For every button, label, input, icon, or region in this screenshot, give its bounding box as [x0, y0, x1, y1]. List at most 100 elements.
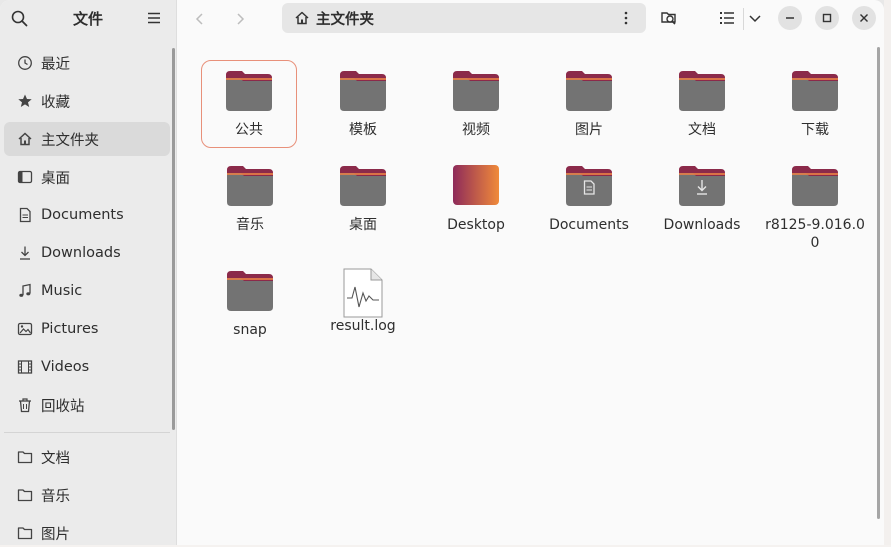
- sidebar-item[interactable]: 图片: [4, 516, 170, 545]
- folder-item[interactable]: Documents: [539, 155, 639, 234]
- sidebar-item[interactable]: 最近: [4, 46, 170, 80]
- folder-icon: [678, 67, 726, 115]
- item-label: 文档: [688, 122, 716, 138]
- search-folder-icon: [661, 12, 676, 25]
- folder-item[interactable]: 公共: [201, 60, 297, 148]
- file-manager-window: 文件 最近 收藏 主文件夹 桌面 Documents Downloads Music Pict…: [0, 0, 884, 545]
- maximize-icon: [822, 13, 832, 23]
- header-bar: 主文件夹: [177, 0, 884, 40]
- sidebar-item[interactable]: 收藏: [4, 84, 170, 118]
- sidebar-item-label: Music: [41, 283, 83, 299]
- folder-item[interactable]: Downloads: [652, 155, 752, 234]
- home-icon: [295, 11, 309, 25]
- path-label: 主文件夹: [316, 11, 374, 28]
- folder-item[interactable]: 图片: [539, 60, 639, 139]
- folder-icon: [339, 67, 387, 115]
- sidebar-item[interactable]: 回收站: [4, 388, 170, 422]
- folder-item[interactable]: 视频: [426, 60, 526, 139]
- forward-button[interactable]: [227, 6, 253, 32]
- folder-item[interactable]: 桌面: [313, 155, 413, 234]
- folder-item[interactable]: 文档: [652, 60, 752, 139]
- sidebar-item-label: 收藏: [41, 94, 70, 111]
- sidebar-item-label: 最近: [41, 56, 70, 73]
- view-options-button[interactable]: [745, 8, 765, 28]
- sidebar-item[interactable]: Downloads: [4, 236, 170, 270]
- chevron-right-icon: [237, 13, 245, 25]
- item-label: 桌面: [349, 217, 377, 233]
- item-label: 视频: [462, 122, 490, 138]
- sidebar-item[interactable]: 文档: [4, 440, 170, 474]
- sidebar-item-label: 回收站: [41, 398, 85, 415]
- folder-icon: [791, 67, 839, 115]
- sidebar-places: 最近收藏主文件夹桌面 Documents Downloads Music Picture…: [4, 46, 170, 426]
- sidebar-item[interactable]: 主文件夹: [4, 122, 170, 156]
- desktop-folder-icon: [452, 162, 500, 210]
- sidebar-item-label: 文档: [41, 450, 70, 467]
- folder-item[interactable]: 模板: [313, 60, 413, 139]
- search-files-button[interactable]: [659, 8, 679, 28]
- folder-item[interactable]: Desktop: [426, 155, 526, 234]
- chevron-left-icon: [195, 13, 203, 25]
- folder-icon: [226, 267, 274, 315]
- minimize-button[interactable]: [778, 6, 802, 30]
- trash-icon: [16, 396, 34, 414]
- folder-icon: [16, 448, 34, 466]
- folder-icon: [791, 162, 839, 210]
- documents-folder-icon: [565, 162, 613, 210]
- item-label: 模板: [349, 122, 377, 138]
- sidebar-item-label: Pictures: [41, 321, 99, 337]
- folder-item[interactable]: 下载: [765, 60, 865, 139]
- sidebar-item-label: Documents: [41, 207, 124, 223]
- minimize-icon: [786, 17, 794, 19]
- more-options-icon[interactable]: [618, 10, 634, 26]
- list-view-icon: [720, 12, 734, 24]
- sidebar-item-label: 桌面: [41, 170, 70, 187]
- back-button[interactable]: [187, 6, 213, 32]
- folder-icon: [339, 162, 387, 210]
- folder-item[interactable]: r8125-9.016.00: [765, 155, 865, 252]
- sidebar: 文件 最近收藏主文件夹桌面 Documents Downloads Music Pict…: [0, 0, 177, 545]
- item-label: 下载: [801, 122, 829, 138]
- folder-item[interactable]: snap: [200, 260, 300, 339]
- hamburger-menu-icon[interactable]: [146, 10, 162, 26]
- maximize-button[interactable]: [815, 6, 839, 30]
- sidebar-item[interactable]: 桌面: [4, 160, 170, 194]
- folder-icon: [225, 67, 273, 115]
- download-icon: [16, 244, 34, 262]
- folder-icon: [16, 524, 34, 542]
- background-window-edge: [884, 0, 891, 547]
- item-label: Downloads: [663, 217, 741, 233]
- sidebar-item[interactable]: 音乐: [4, 478, 170, 512]
- item-label: Desktop: [447, 217, 505, 233]
- sidebar-item-label: Downloads: [41, 245, 121, 261]
- sidebar-item[interactable]: Documents: [4, 198, 170, 232]
- clock-icon: [16, 54, 34, 72]
- picture-icon: [16, 320, 34, 338]
- sidebar-item[interactable]: Videos: [4, 350, 170, 384]
- sidebar-item[interactable]: Pictures: [4, 312, 170, 346]
- desktop-icon: [16, 168, 34, 186]
- downloads-folder-icon: [678, 162, 726, 210]
- sidebar-item[interactable]: Music: [4, 274, 170, 308]
- close-button[interactable]: [852, 6, 876, 30]
- folder-icon: [226, 162, 274, 210]
- view-list-button[interactable]: [717, 8, 737, 28]
- chevron-down-icon: [749, 15, 761, 23]
- file-item[interactable]: result.log: [313, 260, 413, 335]
- path-bar[interactable]: 主文件夹: [282, 3, 646, 33]
- sidebar-header: 文件: [0, 0, 176, 36]
- folder-icon: [565, 67, 613, 115]
- item-label: 图片: [575, 122, 603, 138]
- item-label: 公共: [235, 122, 263, 138]
- sidebar-item-label: 主文件夹: [41, 132, 99, 149]
- home-icon: [16, 130, 34, 148]
- content-scrollbar[interactable]: [877, 47, 880, 519]
- folder-icon: [452, 67, 500, 115]
- folder-item[interactable]: 音乐: [200, 155, 300, 234]
- toolbar-divider: [743, 8, 744, 30]
- sidebar-item-label: Videos: [41, 359, 90, 375]
- close-icon: [860, 14, 868, 22]
- sidebar-scrollbar[interactable]: [172, 48, 175, 430]
- sidebar-item-label: 音乐: [41, 488, 70, 505]
- music-icon: [16, 282, 34, 300]
